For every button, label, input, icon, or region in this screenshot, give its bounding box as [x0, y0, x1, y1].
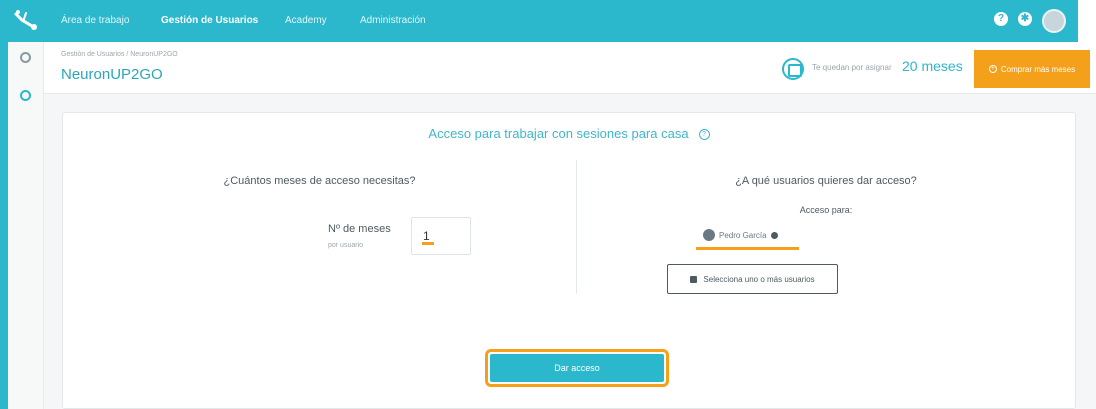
lock-icon — [690, 275, 698, 283]
remove-user-icon[interactable] — [770, 231, 778, 239]
nav-gestion-de-usuarios[interactable]: Gestión de Usuarios — [161, 15, 258, 26]
help-icon[interactable]: ? — [994, 12, 1008, 26]
page-header: Gestión de Usuarios / NeuronUP2GO Neuron… — [44, 42, 1096, 94]
neuronup-logo-icon[interactable] — [12, 8, 40, 32]
nav-academy[interactable]: Academy — [285, 15, 327, 26]
brand-corner-logo-icon — [1078, 0, 1096, 42]
highlight-underline — [422, 242, 434, 245]
sidebar-circle-icon[interactable] — [20, 90, 31, 101]
nav-area-de-trabajo[interactable]: Área de trabajo — [61, 15, 129, 26]
user-avatar-icon — [703, 229, 715, 241]
card-title-text: Acceso para trabajar con sesiones para c… — [428, 126, 689, 141]
access-card: Acceso para trabajar con sesiones para c… — [62, 112, 1076, 409]
users-question: ¿A qué usuarios quieres dar acceso? — [735, 175, 917, 187]
select-users-label: Selecciona uno o más usuarios — [703, 274, 815, 284]
main-content: Gestión de Usuarios / NeuronUP2GO Neuron… — [44, 42, 1096, 409]
left-accent-strip — [0, 42, 8, 409]
selected-user-chip[interactable]: Pedro García — [703, 227, 778, 243]
page-title: NeuronUP2GO — [61, 66, 163, 83]
buy-more-months-label: Comprar más meses — [1000, 64, 1076, 74]
breadcrumb[interactable]: Gestión de Usuarios / NeuronUP2GO — [61, 51, 178, 58]
top-navbar: Área de trabajo Gestión de Usuarios Acad… — [0, 0, 1096, 42]
question-circle-icon[interactable]: ? — [698, 129, 710, 141]
give-access-highlight: Dar acceso — [485, 349, 669, 387]
access-for-label: Acceso para: — [799, 205, 853, 215]
user-avatar[interactable] — [1042, 9, 1066, 33]
nav-administracion[interactable]: Administración — [360, 15, 426, 26]
select-users-button[interactable]: Selecciona uno o más usuarios — [667, 264, 838, 294]
months-input[interactable] — [411, 217, 471, 255]
gear-icon[interactable]: ✱ — [1018, 12, 1032, 26]
sidebar — [8, 42, 44, 409]
sidebar-user-icon[interactable] — [20, 52, 31, 63]
card-title: Acceso para trabajar con sesiones para c… — [63, 126, 1075, 141]
remaining-months-value: 20 meses — [902, 58, 963, 74]
remaining-months-label: Te quedan por asignar — [812, 63, 892, 72]
selected-user-name: Pedro García — [719, 230, 767, 240]
buy-more-months-button[interactable]: + Comprar más meses — [974, 50, 1090, 88]
months-label: Nº de meses — [328, 223, 391, 235]
months-sublabel: por usuario — [328, 242, 364, 249]
plus-circle-icon: + — [988, 65, 997, 73]
highlight-underline — [696, 247, 799, 250]
calendar-icon — [782, 58, 804, 80]
give-access-button[interactable]: Dar acceso — [490, 354, 664, 382]
months-question: ¿Cuántos meses de acceso necesitas? — [223, 175, 416, 187]
